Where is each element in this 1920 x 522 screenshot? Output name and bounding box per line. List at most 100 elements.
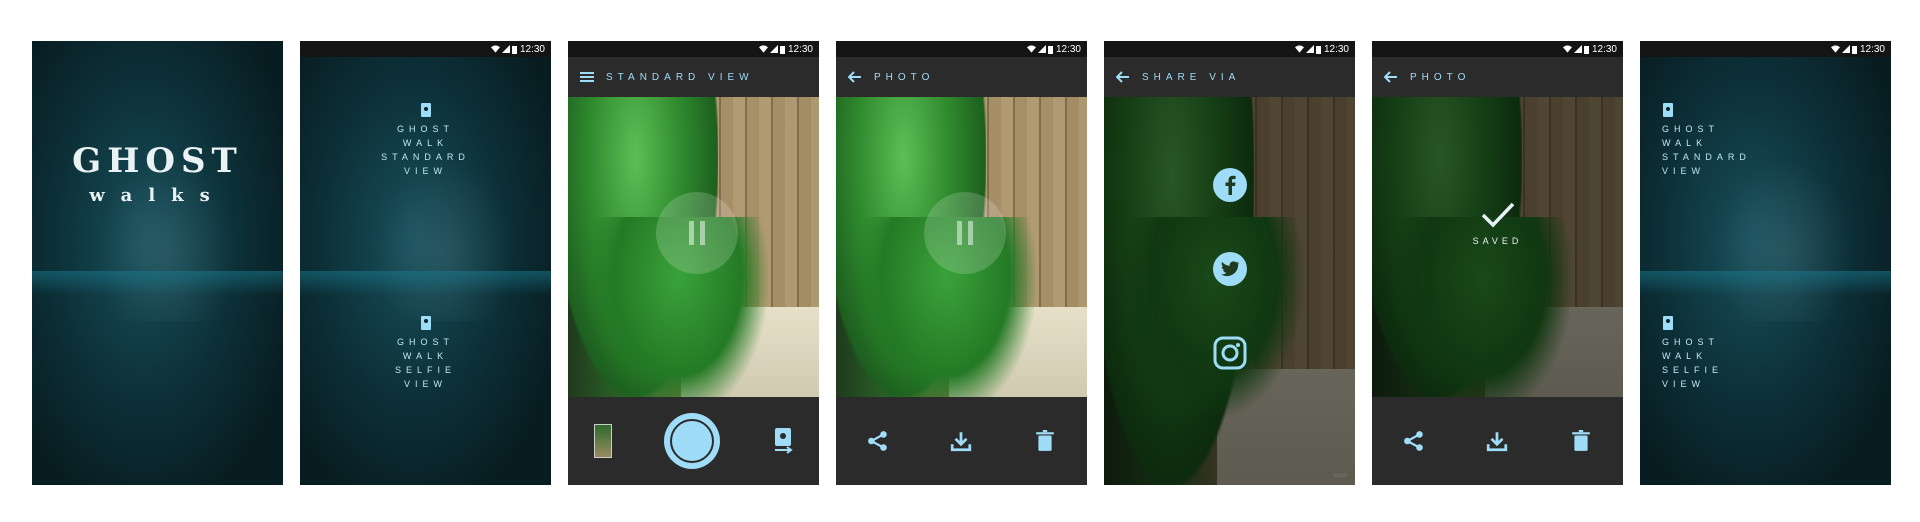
signal-icon xyxy=(1037,45,1046,53)
fence-background xyxy=(1216,97,1355,369)
ground-background xyxy=(1216,368,1355,485)
status-icons xyxy=(1026,45,1053,54)
menu-option-line: VIEW xyxy=(1662,166,1706,176)
menu-option-standard-view[interactable]: GHOST WALK STANDARD VIEW xyxy=(1640,103,1891,178)
wifi-icon xyxy=(490,45,500,53)
back-arrow-icon[interactable] xyxy=(1384,70,1398,84)
share-icon[interactable] xyxy=(1403,430,1425,452)
ground-background xyxy=(1484,307,1623,397)
photo-preview-dimmed xyxy=(1104,97,1355,485)
app-bar: PHOTO xyxy=(836,57,1087,97)
back-arrow-icon[interactable] xyxy=(848,70,862,84)
status-icons xyxy=(1562,45,1589,54)
back-arrow-icon[interactable] xyxy=(1116,70,1130,84)
menu-option-line: GHOST xyxy=(396,337,454,347)
status-icons xyxy=(1294,45,1321,54)
phone-back-camera-icon xyxy=(420,103,431,117)
shutter-button[interactable] xyxy=(664,413,721,469)
battery-icon xyxy=(1851,45,1857,54)
checkmark-icon xyxy=(1481,202,1514,228)
menu-option-line: WALK xyxy=(402,351,449,361)
wifi-icon xyxy=(1562,45,1572,53)
app-bar-title: SHARE VIA xyxy=(1142,71,1241,83)
app-bar: SHARE VIA xyxy=(1104,57,1355,97)
app-bar: PHOTO xyxy=(1372,57,1623,97)
menu-option-line: VIEW xyxy=(403,166,447,176)
status-bar: 12:30 xyxy=(1372,41,1623,57)
photo-screen: 12:30 PHOTO xyxy=(836,41,1087,485)
phone-back-camera-icon xyxy=(1663,103,1673,117)
instagram-icon[interactable] xyxy=(1212,335,1248,371)
ghost-figure xyxy=(1372,97,1522,397)
signal-icon xyxy=(1841,45,1850,53)
menu-option-line: SELFIE xyxy=(1662,365,1724,375)
status-bar: 12:30 xyxy=(836,41,1087,57)
status-time: 12:30 xyxy=(1591,43,1617,55)
app-bar: STANDARD VIEW xyxy=(568,57,819,97)
wifi-icon xyxy=(758,45,768,53)
download-icon[interactable] xyxy=(950,430,972,452)
shutter-inner-ring xyxy=(670,419,715,463)
signal-icon xyxy=(769,45,778,53)
menu-screen: 12:30 GHOST WALK STANDARD VIEW GHOST WAL… xyxy=(300,41,551,485)
share-icon[interactable] xyxy=(867,430,889,452)
menu-option-selfie-view[interactable]: GHOST WALK SELFIE VIEW xyxy=(300,316,551,391)
menu-option-line: WALK xyxy=(1662,351,1708,361)
status-icons xyxy=(1830,45,1857,54)
status-time: 12:30 xyxy=(787,43,813,55)
menu-screen-alt: 12:30 GHOST WALK STANDARD VIEW GHOST WAL… xyxy=(1640,41,1891,485)
status-bar: 12:30 xyxy=(1640,41,1891,57)
facebook-icon[interactable] xyxy=(1212,167,1248,203)
photo-preview-dimmed xyxy=(1372,97,1623,397)
signal-icon xyxy=(1305,45,1314,53)
pause-icon xyxy=(957,221,973,245)
battery-icon xyxy=(511,45,517,54)
menu-option-line: VIEW xyxy=(1662,379,1706,389)
menu-option-line: STANDARD xyxy=(1662,152,1751,162)
ghost-figure xyxy=(1104,97,1254,485)
signal-icon xyxy=(501,45,510,53)
signal-icon xyxy=(1573,45,1582,53)
ghost-body xyxy=(1124,217,1304,417)
saved-screen: 12:30 PHOTO SAVED xyxy=(1372,41,1623,485)
menu-option-line: GHOST xyxy=(396,124,454,134)
status-time: 12:30 xyxy=(1055,43,1081,55)
menu-option-line: WALK xyxy=(1662,138,1708,148)
switch-camera-icon[interactable] xyxy=(773,428,793,454)
splash-screen: GHOST walks xyxy=(32,41,283,485)
wifi-icon xyxy=(1026,45,1036,53)
gallery-thumbnail[interactable] xyxy=(594,424,613,458)
wifi-icon xyxy=(1830,45,1840,53)
pause-button[interactable] xyxy=(656,192,738,274)
menu-option-standard-view[interactable]: GHOST WALK STANDARD VIEW xyxy=(300,103,551,178)
menu-option-line: GHOST xyxy=(1662,337,1720,347)
delete-icon[interactable] xyxy=(1034,430,1056,452)
status-time: 12:30 xyxy=(1859,43,1885,55)
download-icon[interactable] xyxy=(1486,430,1508,452)
twitter-icon[interactable] xyxy=(1212,251,1248,287)
photo-actions xyxy=(836,397,1087,485)
battery-icon xyxy=(1583,45,1589,54)
camera-viewfinder xyxy=(568,97,819,397)
camera-controls xyxy=(568,397,819,485)
phone-front-camera-icon xyxy=(420,316,431,330)
menu-option-line: VIEW xyxy=(403,379,447,389)
hamburger-menu-icon[interactable] xyxy=(580,70,594,84)
camera-screen: 12:30 STANDARD VIEW xyxy=(568,41,819,485)
fog-band xyxy=(300,271,551,295)
menu-option-line: WALK xyxy=(402,138,449,148)
status-bar: 12:30 xyxy=(1104,41,1355,57)
pause-overlay xyxy=(924,192,1006,274)
fog-band xyxy=(1640,271,1891,295)
menu-option-selfie-view[interactable]: GHOST WALK SELFIE VIEW xyxy=(1640,316,1891,391)
phone-front-camera-icon xyxy=(1663,316,1673,330)
photo-preview xyxy=(836,97,1087,397)
battery-icon xyxy=(1315,45,1321,54)
watermark-logo: ▭▭ xyxy=(1333,472,1347,479)
pause-icon xyxy=(689,221,705,245)
splash-title: GHOST xyxy=(72,141,243,181)
battery-icon xyxy=(779,45,785,54)
delete-icon[interactable] xyxy=(1570,430,1592,452)
status-bar: 12:30 xyxy=(300,41,551,57)
status-icons xyxy=(758,45,785,54)
